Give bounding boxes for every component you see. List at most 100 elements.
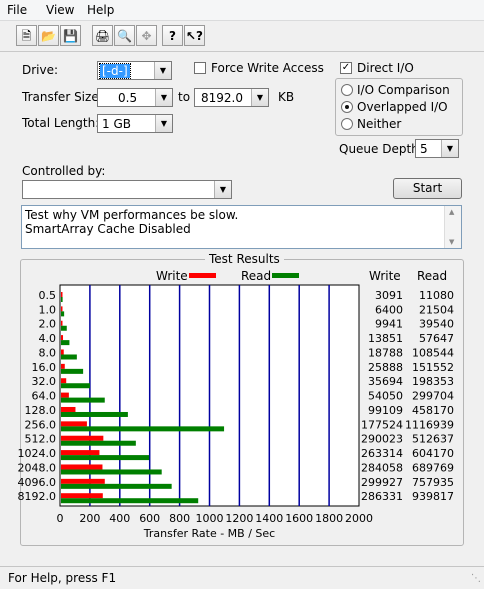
- x-tick-label: 400: [109, 512, 130, 525]
- read-bar: [61, 311, 65, 317]
- description-line-2: SmartArray Cache Disabled: [25, 222, 191, 236]
- neither-label: Neither: [357, 117, 402, 131]
- menu-view[interactable]: View: [46, 3, 74, 17]
- write-value-label: 263314: [361, 447, 403, 460]
- write-value-label: 177524: [361, 418, 403, 431]
- read-bar: [61, 411, 128, 417]
- chevron-down-icon: ▼: [154, 62, 171, 79]
- chevron-down-icon: ▼: [441, 140, 458, 157]
- menu-file[interactable]: File: [7, 3, 27, 17]
- start-button[interactable]: Start: [393, 178, 462, 199]
- write-value-label: 299927: [361, 476, 403, 489]
- y-tick-label: 64.0: [32, 390, 57, 403]
- transfer-from-value: 0.5: [118, 91, 138, 105]
- resize-grip-icon[interactable]: ⋱: [471, 573, 481, 584]
- write-bar: [61, 392, 69, 398]
- write-value-label: 284058: [361, 461, 403, 474]
- x-tick-label: 600: [139, 512, 160, 525]
- read-bar: [61, 440, 136, 446]
- read-bar: [61, 483, 172, 489]
- write-bar: [61, 406, 76, 412]
- scroll-down-icon[interactable]: ▼: [449, 238, 454, 246]
- context-help-icon[interactable]: ↖?: [184, 25, 205, 46]
- read-bar: [61, 354, 77, 360]
- drive-value: [-d-]: [99, 63, 131, 79]
- transfer-size-to-select[interactable]: 8192.0 ▼: [194, 88, 269, 107]
- io-comparison-label: I/O Comparison: [357, 83, 450, 97]
- controlled-by-label: Controlled by:: [22, 164, 106, 178]
- radio-neither[interactable]: [341, 118, 353, 130]
- read-value-label: 21504: [419, 303, 454, 316]
- y-tick-label: 4.0: [39, 332, 57, 345]
- write-value-label: 99109: [368, 404, 403, 417]
- write-value-label: 54050: [368, 390, 403, 403]
- force-write-label: Force Write Access: [211, 61, 324, 75]
- direct-io-label: Direct I/O: [357, 61, 414, 75]
- read-value-label: 512637: [412, 433, 454, 446]
- chevron-down-icon: ▼: [155, 89, 172, 106]
- save-icon[interactable]: 💾: [60, 25, 81, 46]
- read-bar: [61, 368, 84, 374]
- open-icon[interactable]: 📂: [38, 25, 59, 46]
- scroll-up-icon[interactable]: ▲: [449, 208, 454, 216]
- write-value-label: 18788: [368, 346, 403, 359]
- read-bar: [61, 426, 225, 432]
- write-bar: [61, 363, 65, 369]
- print-icon[interactable]: 🖨: [92, 25, 113, 46]
- write-bar: [61, 349, 64, 355]
- read-value-label: 39540: [419, 318, 454, 331]
- transfer-unit-label: KB: [278, 90, 295, 104]
- total-length-value: 1 GB: [102, 117, 131, 131]
- queue-depth-label: Queue Depth:: [339, 142, 423, 156]
- write-value-label: 13851: [368, 332, 403, 345]
- read-value-label: 689769: [412, 461, 454, 474]
- x-tick-label: 1200: [225, 512, 253, 525]
- queue-depth-value: 5: [420, 142, 428, 156]
- move-icon[interactable]: ✥: [136, 25, 157, 46]
- force-write-checkbox[interactable]: [194, 62, 206, 74]
- print-preview-icon[interactable]: 🔍: [114, 25, 135, 46]
- y-tick-label: 2.0: [39, 318, 57, 331]
- total-length-select[interactable]: 1 GB ▼: [97, 114, 173, 133]
- chevron-down-icon: ▼: [214, 181, 231, 198]
- read-bar: [61, 297, 63, 302]
- read-value-label: 57647: [419, 332, 454, 345]
- drive-select[interactable]: [-d-] ▼: [97, 61, 172, 80]
- controlled-by-select[interactable]: ▼: [22, 180, 232, 199]
- description-scrollbar[interactable]: ▲ ▼: [444, 206, 461, 248]
- total-length-label: Total Length:: [22, 116, 100, 130]
- read-value-label: 939817: [412, 490, 454, 503]
- transfer-size-from-select[interactable]: 0.5 ▼: [97, 88, 173, 107]
- read-value-label: 151552: [412, 361, 454, 374]
- write-value-label: 35694: [368, 375, 403, 388]
- write-bar: [61, 320, 63, 326]
- radio-overlapped-io[interactable]: [341, 101, 353, 113]
- drive-label: Drive:: [22, 63, 59, 77]
- y-tick-label: 32.0: [32, 375, 57, 388]
- y-tick-label: 128.0: [25, 404, 57, 417]
- chevron-down-icon: ▼: [251, 89, 268, 106]
- transfer-size-label: Transfer Size:: [22, 90, 103, 104]
- results-chart: 0 200 400 600 800 1000 1200 1400 1600 1800 2000 Tra…: [18, 284, 454, 540]
- help-icon[interactable]: ?: [162, 25, 183, 46]
- legend-write-swatch: [189, 273, 216, 278]
- write-value-label: 9941: [375, 318, 403, 331]
- menu-help[interactable]: Help: [87, 3, 114, 17]
- chevron-down-icon: ▼: [155, 115, 172, 132]
- read-bar: [61, 340, 70, 346]
- y-tick-label: 1024.0: [18, 447, 57, 460]
- transfer-to-value: 8192.0: [201, 91, 243, 105]
- write-bar: [61, 335, 64, 341]
- radio-io-comparison[interactable]: [341, 84, 353, 96]
- description-textarea[interactable]: Test why VM performances be slow. SmartA…: [21, 205, 462, 249]
- legend-read-swatch: [272, 273, 299, 278]
- write-bar: [61, 421, 87, 427]
- y-tick-label: 8.0: [39, 346, 57, 359]
- direct-io-checkbox[interactable]: ✓: [340, 62, 352, 74]
- read-value-label: 198353: [412, 375, 454, 388]
- write-bar: [61, 464, 103, 470]
- read-value-label: 757935: [412, 476, 454, 489]
- queue-depth-select[interactable]: 5 ▼: [415, 139, 459, 158]
- write-bar: [61, 378, 67, 384]
- new-icon[interactable]: 🗎: [16, 25, 37, 46]
